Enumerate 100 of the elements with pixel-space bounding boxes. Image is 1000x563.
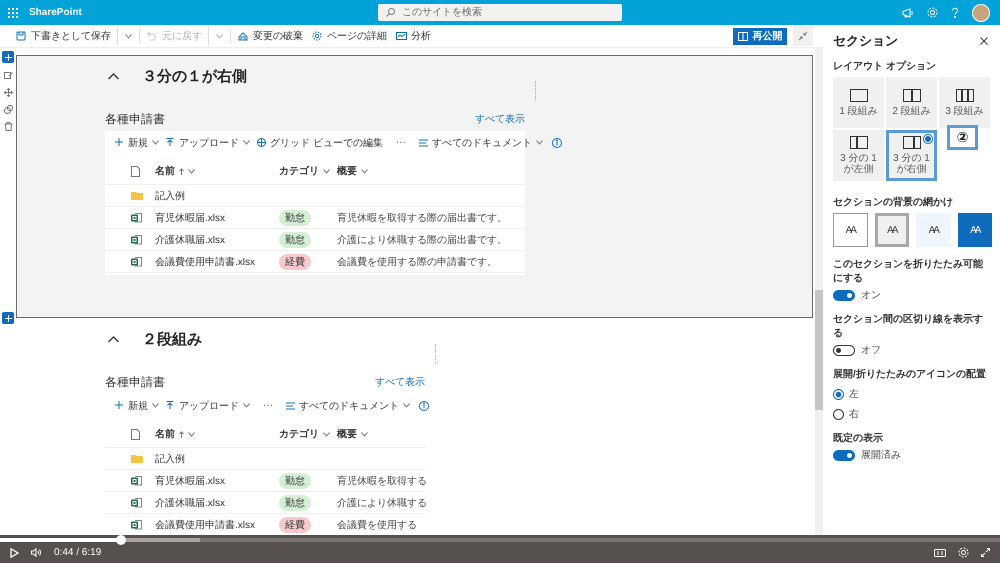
toggle-switch[interactable] — [833, 344, 855, 356]
settings-icon[interactable] — [958, 547, 969, 558]
undo-icon — [147, 31, 158, 41]
toolbar-button[interactable]: 変更の破棄 — [236, 27, 305, 45]
caret-icon — [243, 140, 250, 145]
callout-label: ② — [947, 125, 978, 150]
add-section-button[interactable] — [2, 51, 14, 63]
category-tag: 勤怠 — [279, 494, 311, 510]
column-header[interactable]: 名前 — [155, 164, 279, 178]
publish-button[interactable]: 再公開 — [733, 28, 787, 44]
column-header[interactable]: 概要 — [337, 427, 425, 441]
seek-handle[interactable] — [116, 535, 126, 545]
library-title: 各種申請書 — [105, 110, 165, 128]
delete-icon[interactable] — [4, 122, 12, 131]
file-name[interactable]: 会議費使用申請書.xlsx — [155, 518, 279, 532]
spreadsheet-icon — [131, 497, 142, 508]
command-button[interactable]: 新規 — [115, 398, 159, 412]
file-name[interactable]: 会議費使用申請書.xlsx — [155, 254, 279, 268]
save-icon — [16, 31, 27, 41]
columns-icon — [738, 32, 748, 40]
spreadsheet-icon — [131, 475, 142, 486]
layout-option[interactable]: 1 段組み — [833, 77, 884, 128]
command-button[interactable]: ··· — [257, 400, 279, 411]
info-icon[interactable] — [419, 400, 429, 410]
volume-icon[interactable] — [31, 548, 42, 557]
help-icon[interactable] — [951, 7, 959, 18]
caret-icon — [403, 403, 410, 408]
dropdown-button[interactable] — [123, 32, 134, 40]
file-name[interactable]: 介護休職届.xlsx — [155, 496, 279, 510]
megaphone-icon[interactable] — [902, 8, 914, 18]
gear-icon — [312, 31, 323, 41]
category-tag: 経費 — [279, 254, 311, 270]
folder-icon — [131, 191, 143, 200]
move-icon[interactable] — [4, 88, 12, 97]
file-name[interactable]: 記入例 — [155, 188, 279, 202]
list-icon — [286, 402, 295, 410]
play-icon[interactable] — [10, 548, 19, 558]
column-header[interactable]: カテゴリ — [279, 164, 337, 178]
command-button[interactable]: アップロード — [166, 136, 250, 150]
scrollbar[interactable] — [815, 48, 823, 535]
command-button[interactable]: ··· — [390, 137, 412, 148]
section-label: レイアウト オプション — [833, 59, 937, 73]
library-title: 各種申請書 — [105, 374, 165, 390]
spreadsheet-icon — [131, 519, 142, 530]
avatar[interactable] — [972, 4, 990, 22]
layout-option[interactable]: 2 段組み — [886, 77, 937, 128]
file-icon — [131, 166, 140, 176]
section-title: ２段組み — [142, 330, 202, 348]
radio-button[interactable] — [833, 408, 844, 420]
close-icon[interactable] — [980, 37, 988, 45]
command-button[interactable]: アップロード — [166, 398, 250, 412]
description-text: 会議費を使用する — [337, 520, 417, 530]
command-button[interactable]: 新規 — [115, 136, 159, 150]
caret-icon — [536, 140, 543, 145]
toolbar-button[interactable]: 分析 — [394, 27, 433, 45]
copy-icon[interactable] — [4, 105, 12, 114]
setting-label: このセクションを折りたたみ可能にする — [833, 258, 984, 285]
toggle-switch[interactable] — [833, 290, 855, 300]
info-icon[interactable] — [552, 138, 562, 148]
file-name[interactable]: 介護休職届.xlsx — [155, 232, 279, 246]
background-swatch[interactable]: AA — [958, 213, 992, 247]
caret-icon — [243, 403, 250, 408]
file-name[interactable]: 育児休暇届.xlsx — [155, 474, 279, 488]
toolbar-button[interactable]: 下書きとして保存 — [14, 27, 118, 45]
fullscreen-icon[interactable] — [981, 548, 990, 557]
layout-option[interactable]: 3 分の 1 が左側 — [833, 130, 884, 181]
column-header[interactable]: 概要 — [337, 164, 525, 178]
layout-option[interactable]: 3 段組み — [939, 77, 990, 128]
folder-icon — [131, 454, 143, 463]
background-swatch[interactable]: AA — [916, 213, 951, 247]
view-selector[interactable]: すべてのドキュメント — [418, 136, 543, 150]
search-field[interactable]: このサイトを検索 — [378, 4, 622, 21]
background-swatch[interactable]: AA — [833, 213, 868, 247]
column-header[interactable]: 名前 — [155, 427, 279, 441]
file-icon — [131, 428, 140, 440]
category-tag: 勤怠 — [279, 210, 311, 226]
layout-icon — [850, 136, 868, 149]
radio-button[interactable] — [833, 388, 844, 400]
caret-icon — [323, 432, 330, 436]
layout-option[interactable]: 3 分の 1 が右側 — [886, 130, 937, 181]
caret-icon — [152, 140, 159, 145]
column-header[interactable]: カテゴリ — [279, 427, 337, 441]
category-tag: 勤怠 — [279, 232, 311, 248]
command-button[interactable]: グリッド ビューでの編集 — [257, 136, 383, 150]
background-swatch[interactable]: AA — [874, 213, 910, 247]
captions-icon[interactable] — [934, 548, 946, 556]
upload-icon — [166, 401, 175, 410]
layout-icon — [956, 88, 974, 102]
view-selector[interactable]: すべてのドキュメント — [286, 398, 410, 412]
add-section-button[interactable] — [2, 312, 14, 324]
caret-icon — [125, 34, 132, 38]
toolbar-button[interactable]: ページの詳細 — [310, 27, 389, 45]
file-name[interactable]: 記入例 — [155, 452, 279, 466]
see-all-link[interactable]: すべて表示 — [475, 112, 525, 126]
toggle-switch[interactable] — [833, 450, 855, 460]
app-launcher-icon[interactable] — [8, 8, 18, 18]
edit-icon[interactable] — [4, 71, 12, 80]
see-all-link[interactable]: すべて表示 — [375, 375, 425, 389]
description-text: 介護により休職する — [337, 498, 427, 508]
file-name[interactable]: 育児休暇届.xlsx — [155, 210, 279, 224]
